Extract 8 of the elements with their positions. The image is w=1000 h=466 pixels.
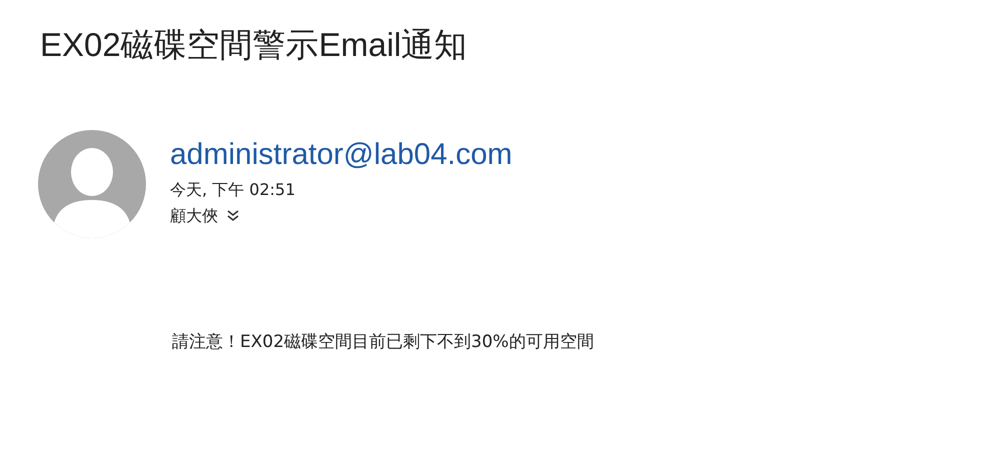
avatar-icon xyxy=(38,130,146,238)
expand-button[interactable] xyxy=(226,209,240,223)
email-body-text: 請注意！EX02磁碟空間目前已剩下不到30%的可用空間 xyxy=(172,331,595,353)
sent-time: 今天, 下午 02:51 xyxy=(170,180,296,200)
sender-address[interactable]: administrator@lab04.com xyxy=(170,136,512,174)
recipient-name: 顧大俠 xyxy=(170,206,218,226)
double-chevron-down-icon xyxy=(226,209,240,223)
email-subject: EX02磁碟空間警示Email通知 xyxy=(40,25,468,65)
